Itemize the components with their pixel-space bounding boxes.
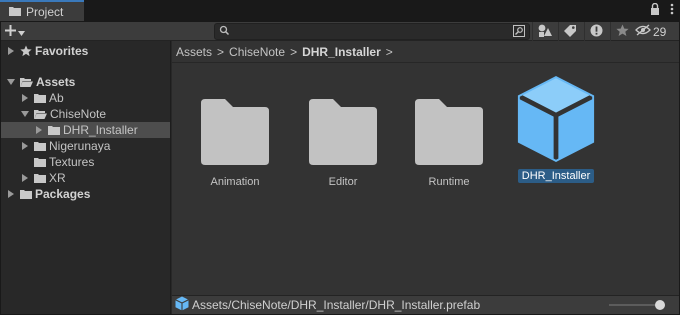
breadcrumb-separator: > <box>385 44 393 59</box>
asset-label: Editor <box>328 176 358 188</box>
asset-item-runtime[interactable]: Runtime <box>403 85 495 205</box>
breadcrumb-item-chisenote[interactable]: ChiseNote <box>229 45 285 59</box>
asset-item-dhr-installer[interactable]: DHR_Installer <box>510 71 602 191</box>
breadcrumb-item-assets[interactable]: Assets <box>176 45 212 59</box>
tree-item-xr[interactable]: XR <box>1 170 170 186</box>
tab-label: Project <box>26 4 64 19</box>
tab-project[interactable]: Project <box>0 0 84 21</box>
breadcrumb-separator: > <box>217 44 225 59</box>
hidden-packages-toggle[interactable]: 29 <box>635 22 666 41</box>
tree-item-label: Favorites <box>35 44 89 58</box>
folder-icon <box>303 85 383 165</box>
status-bar: Assets/ChiseNote/DHR_Installer/DHR_Insta… <box>172 295 679 314</box>
tree-item-chisenote[interactable]: ChiseNote <box>1 106 170 122</box>
expand-arrow-down-icon[interactable] <box>19 106 31 122</box>
expand-arrow-down-icon[interactable] <box>5 74 17 90</box>
tree-item-dhr-installer[interactable]: DHR_Installer <box>1 122 170 138</box>
star-icon <box>20 45 32 57</box>
search-by-label-icon <box>564 24 577 40</box>
tree-item-assets[interactable]: Assets <box>1 74 170 90</box>
prefab-icon <box>516 71 596 165</box>
error-filter-button[interactable] <box>584 22 608 41</box>
asset-label: Animation <box>210 176 260 188</box>
folder-icon <box>34 93 46 103</box>
folder-icon <box>9 5 21 19</box>
folder-open-icon <box>34 109 47 119</box>
lock-icon[interactable] <box>650 2 660 18</box>
folder-icon <box>20 189 32 199</box>
zoom-slider-handle[interactable] <box>655 300 665 310</box>
tree-item-label: Textures <box>49 155 95 169</box>
expand-arrow-right-icon[interactable] <box>33 122 45 138</box>
tree-item-label: DHR_Installer <box>63 123 138 137</box>
toolbar: 29 <box>1 22 679 41</box>
asset-label: DHR_Installer <box>517 169 595 183</box>
expand-arrow-right-icon[interactable] <box>19 170 31 186</box>
search-by-type-button[interactable] <box>532 22 556 41</box>
tree-item-favorites[interactable]: Favorites <box>1 43 170 59</box>
tree-item-label: Assets <box>36 75 76 89</box>
create-button[interactable] <box>5 23 37 40</box>
breadcrumb: Assets > ChiseNote > DHR_Installer > <box>172 41 679 63</box>
search-by-label-button[interactable] <box>558 22 582 41</box>
tree-item-label: Ab <box>49 91 64 105</box>
tree-item-nigerunaya[interactable]: Nigerunaya <box>1 138 170 154</box>
search-input[interactable] <box>233 24 513 39</box>
error-filter-icon <box>590 24 603 40</box>
search-in-scene-icon[interactable] <box>513 25 527 41</box>
prefab-icon <box>175 296 189 314</box>
tree-item-label: Packages <box>35 187 91 201</box>
breadcrumb-item-current[interactable]: DHR_Installer <box>302 45 381 59</box>
search-by-type-icon <box>538 24 552 40</box>
favorite-button[interactable] <box>610 22 634 41</box>
expand-arrow-right-icon[interactable] <box>19 90 31 106</box>
zoom-slider[interactable] <box>609 300 665 310</box>
tab-bar: Project <box>0 0 680 21</box>
expand-arrow-right-icon[interactable] <box>5 43 17 59</box>
tree-item-label: ChiseNote <box>50 107 107 121</box>
asset-label: Runtime <box>428 176 470 188</box>
expand-arrow-right-icon[interactable] <box>19 138 31 154</box>
tree-item-textures[interactable]: Textures <box>1 154 170 170</box>
project-window: 29 Favorites Assets Ab ChiseNote DHR_Install… <box>0 21 680 315</box>
folder-icon <box>409 85 489 165</box>
hidden-count: 29 <box>653 24 667 39</box>
folder-open-icon <box>20 77 33 87</box>
asset-item-animation[interactable]: Animation <box>189 85 281 205</box>
asset-browser: Assets > ChiseNote > DHR_Installer > Ani… <box>172 41 679 314</box>
folder-tree: Favorites Assets Ab ChiseNote DHR_Installer N… <box>1 41 171 314</box>
breadcrumb-separator: > <box>290 44 298 59</box>
tree-item-packages[interactable]: Packages <box>1 186 170 202</box>
tree-item-ab[interactable]: Ab <box>1 90 170 106</box>
tree-item-label: XR <box>49 171 66 185</box>
more-icon[interactable] <box>670 3 674 18</box>
folder-icon <box>195 85 275 165</box>
folder-icon <box>34 173 46 183</box>
asset-item-editor[interactable]: Editor <box>297 85 389 205</box>
search-field[interactable] <box>214 23 530 40</box>
favorite-icon <box>616 24 629 40</box>
search-icon <box>219 25 230 39</box>
tree-item-label: Nigerunaya <box>49 139 111 153</box>
folder-icon <box>48 125 60 135</box>
folder-icon <box>34 141 46 151</box>
selected-asset-path: Assets/ChiseNote/DHR_Installer/DHR_Insta… <box>192 298 481 312</box>
expand-arrow-right-icon[interactable] <box>5 186 17 202</box>
plus-icon <box>5 24 16 39</box>
eye-hidden-icon <box>635 24 651 39</box>
folder-icon <box>34 157 46 167</box>
dropdown-arrow-icon <box>18 25 25 39</box>
